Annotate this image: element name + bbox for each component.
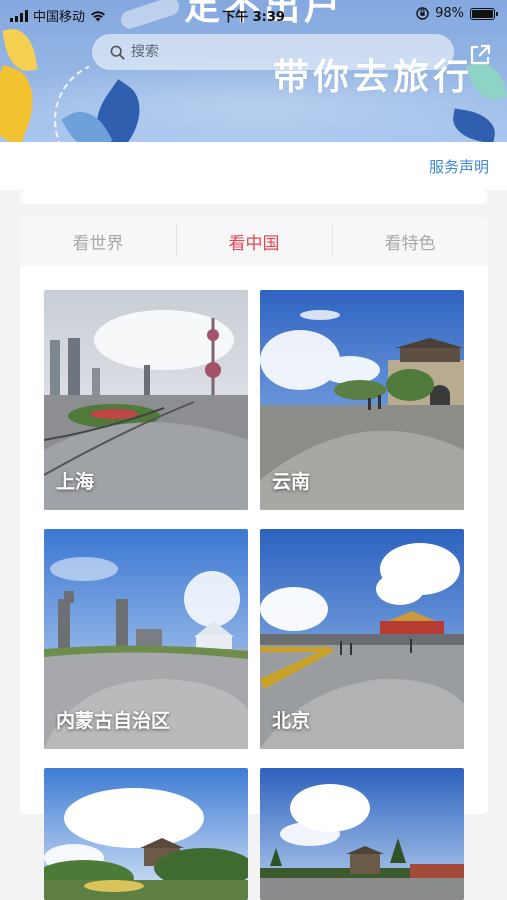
share-icon[interactable]	[467, 42, 493, 68]
destination-name: 内蒙古自治区	[56, 710, 171, 732]
destination-card-yunnan[interactable]: 云南	[260, 290, 464, 510]
orientation-lock-icon	[416, 7, 429, 20]
tab-world[interactable]: 看世界	[20, 216, 176, 266]
destination-card-shanghai[interactable]: 上海	[44, 290, 248, 510]
service-statement-link[interactable]: 服务声明	[429, 156, 489, 177]
panorama-image	[44, 768, 248, 900]
panorama-image	[260, 768, 464, 900]
divider-card	[20, 190, 488, 204]
search-input[interactable]	[131, 44, 331, 60]
destination-name: 北京	[272, 710, 311, 732]
battery-percent: 98%	[435, 6, 464, 21]
tab-china[interactable]: 看中国	[176, 216, 332, 266]
destination-card-inner-mongolia[interactable]: 内蒙古自治区	[44, 529, 248, 749]
category-tabs: 看世界 看中国 看特色	[20, 216, 488, 266]
tab-featured[interactable]: 看特色	[332, 216, 488, 266]
search-bar[interactable]	[92, 34, 454, 70]
destination-card[interactable]	[44, 768, 248, 900]
destination-card-beijing[interactable]: 北京	[260, 529, 464, 749]
battery-icon	[470, 7, 498, 20]
status-bar: 中国移动 下午 3:39 98%	[0, 0, 507, 28]
destination-card[interactable]	[260, 768, 464, 900]
destination-name: 上海	[56, 471, 95, 493]
search-icon	[110, 45, 125, 60]
destination-name: 云南	[272, 471, 311, 493]
